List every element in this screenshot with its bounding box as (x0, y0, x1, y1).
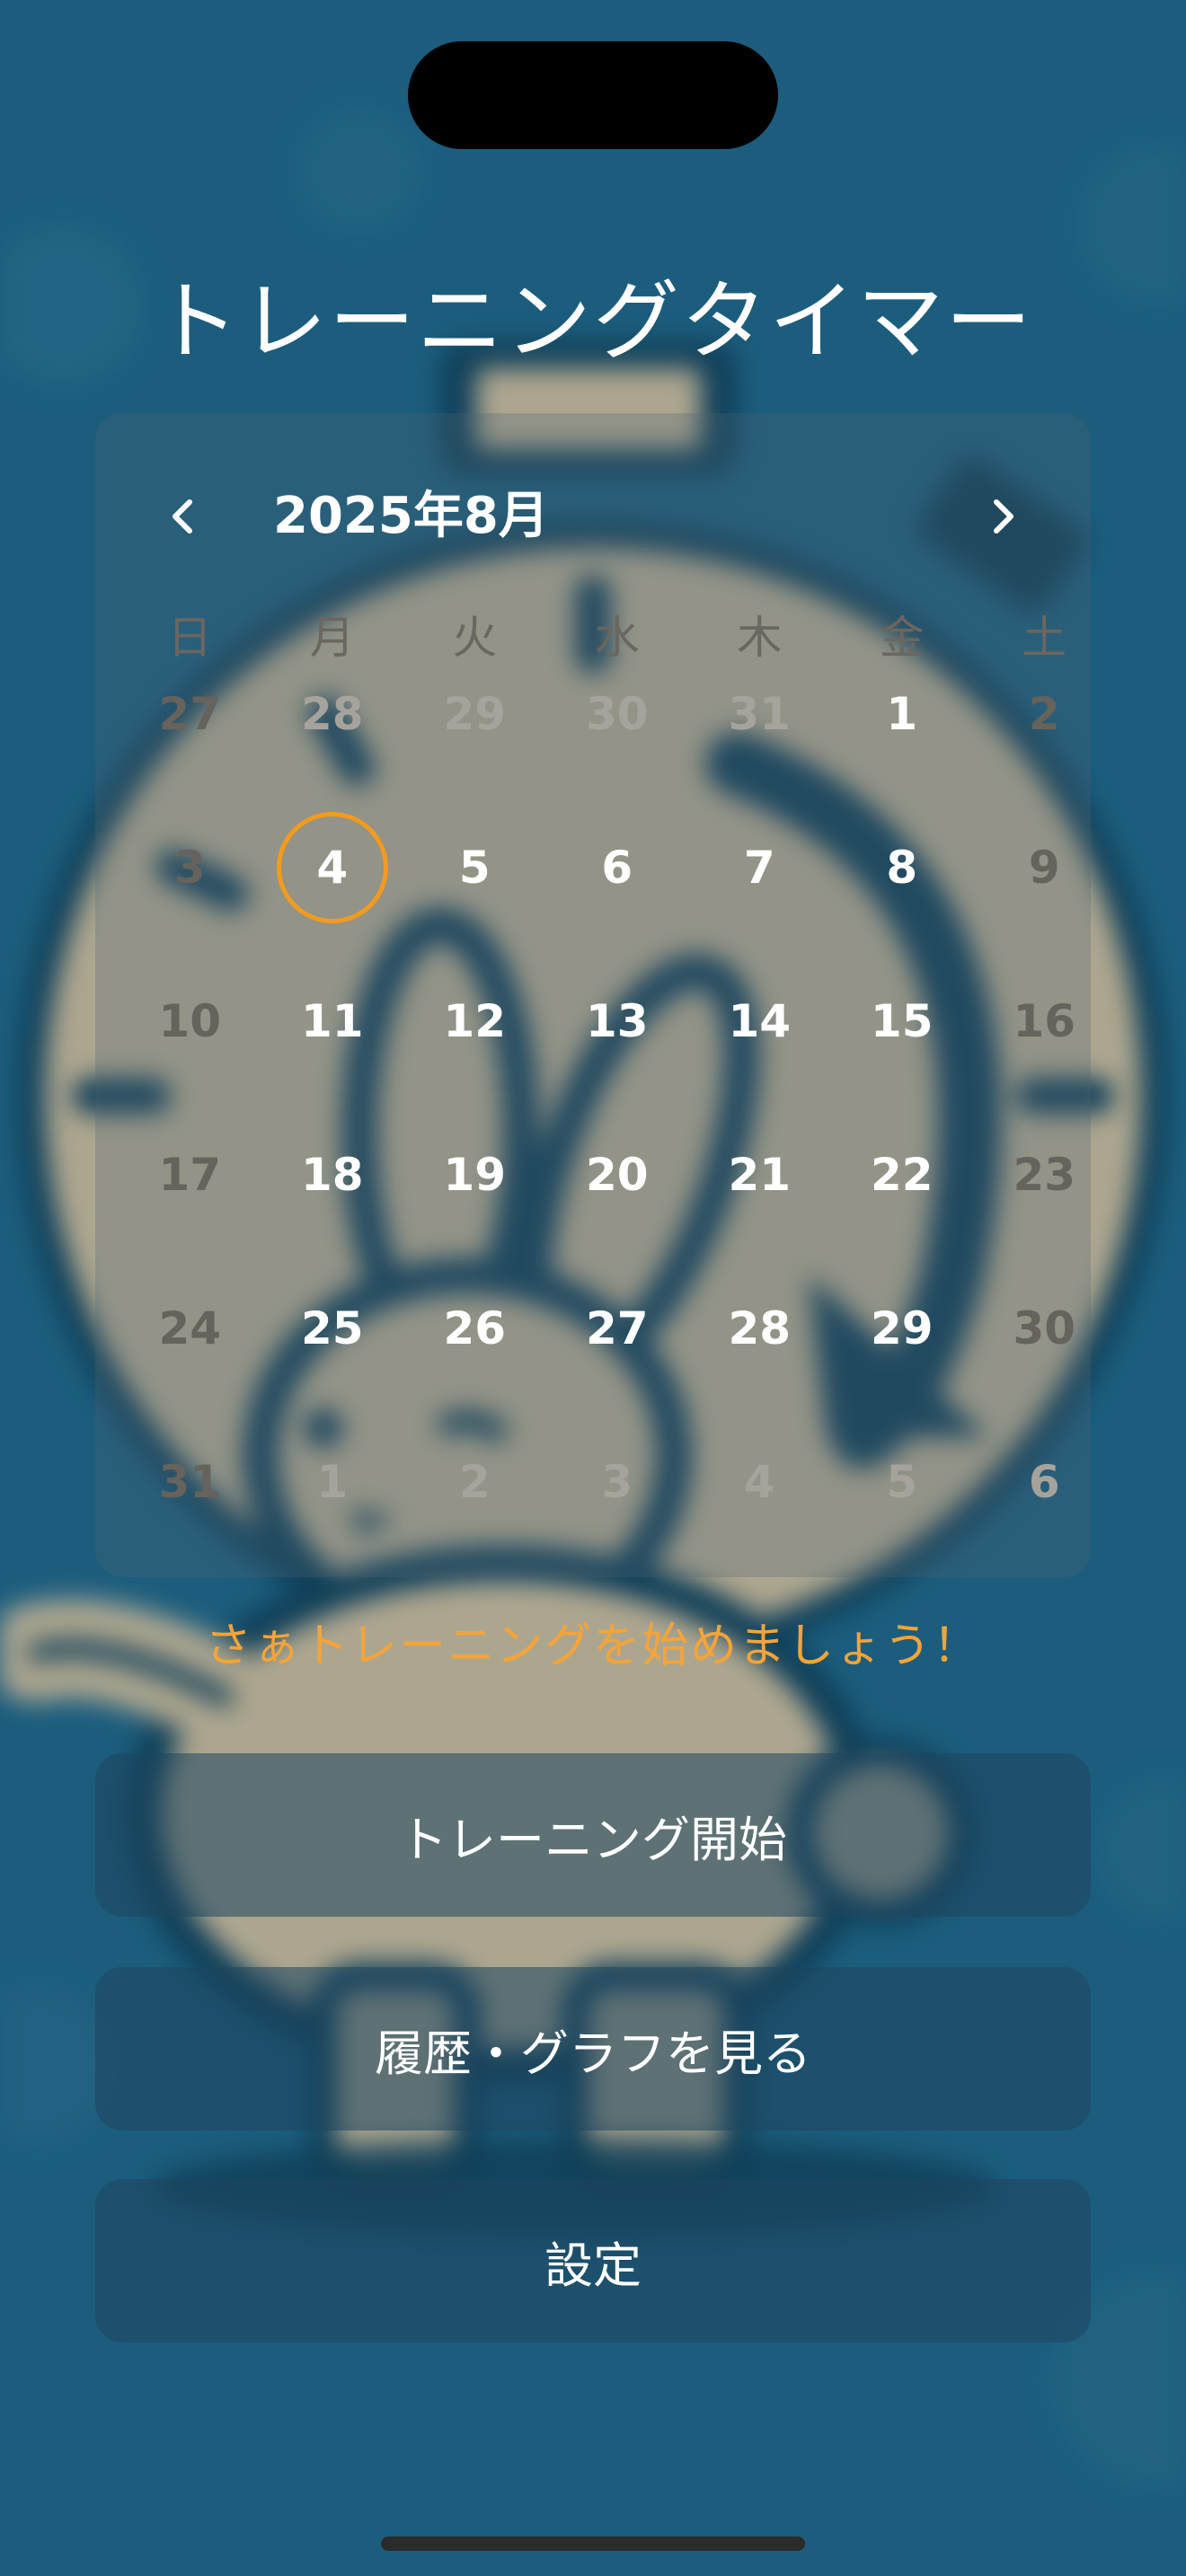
weekday-wednesday: 水 (594, 612, 640, 664)
calendar-week: 31 1 2 3 4 5 6 (119, 1405, 1116, 1558)
dynamic-island (408, 41, 778, 149)
calendar-day[interactable]: 29 (831, 1251, 974, 1405)
calendar-day[interactable]: 24 (119, 1251, 261, 1405)
next-month-button[interactable] (954, 467, 1053, 566)
previous-month-button[interactable] (133, 467, 232, 566)
calendar-day[interactable]: 22 (831, 1098, 974, 1251)
calendar-day[interactable]: 30 (546, 683, 689, 790)
calendar-day[interactable]: 14 (688, 944, 831, 1098)
calendar-day[interactable]: 28 (688, 1251, 831, 1405)
calendar-week: 24 25 26 27 28 29 30 (119, 1251, 1116, 1405)
calendar-week: 10 11 12 13 14 15 16 (119, 944, 1116, 1098)
calendar-day[interactable]: 28 (261, 683, 404, 790)
weekday-thursday: 木 (737, 612, 783, 664)
calendar-day[interactable]: 27 (119, 683, 261, 790)
calendar-day[interactable]: 16 (973, 944, 1116, 1098)
calendar-day[interactable]: 3 (546, 1405, 689, 1558)
start-training-button[interactable]: トレーニング開始 (95, 1753, 1091, 1917)
calendar-week: 17 18 19 20 21 22 23 (119, 1098, 1116, 1251)
month-label: 2025年8月 (273, 487, 549, 545)
calendar-grid: 27 28 29 30 31 1 2 3 4 5 6 7 8 9 10 11 1… (119, 683, 1116, 1558)
calendar-day[interactable]: 27 (546, 1251, 689, 1405)
weekday-sunday: 日 (167, 612, 213, 664)
calendar-day[interactable]: 21 (688, 1098, 831, 1251)
weekday-header-row: 日 月 火 水 木 金 土 (119, 593, 1116, 683)
calendar-day[interactable]: 2 (403, 1405, 546, 1558)
weekday-monday: 月 (309, 612, 355, 664)
calendar-day[interactable]: 3 (119, 790, 261, 944)
motivation-message: さぁトレーニングを始めましょう！ (204, 1619, 981, 1673)
calendar-day[interactable]: 18 (261, 1098, 404, 1251)
calendar-day[interactable]: 11 (261, 944, 404, 1098)
weekday-friday: 金 (879, 612, 925, 664)
calendar-day[interactable]: 5 (403, 790, 546, 944)
chevron-right-icon (994, 499, 1013, 534)
calendar-day[interactable]: 7 (688, 790, 831, 944)
settings-button[interactable]: 設定 (95, 2179, 1091, 2342)
calendar-day[interactable]: 29 (403, 683, 546, 790)
calendar-header: 2025年8月 (95, 467, 1091, 566)
calendar-day[interactable]: 25 (261, 1251, 404, 1405)
calendar-day[interactable]: 31 (688, 683, 831, 790)
weekday-tuesday: 火 (452, 612, 498, 664)
calendar-week: 27 28 29 30 31 1 2 (119, 683, 1116, 790)
calendar-day[interactable]: 6 (546, 790, 689, 944)
view-history-graph-button[interactable]: 履歴・グラフを見る (95, 1967, 1091, 2130)
calendar-day[interactable]: 17 (119, 1098, 261, 1251)
calendar-day[interactable]: 5 (831, 1405, 974, 1558)
chevron-left-icon (173, 499, 192, 534)
calendar-day[interactable]: 6 (973, 1405, 1116, 1558)
calendar-day[interactable]: 30 (973, 1251, 1116, 1405)
calendar: 2025年8月 日 月 火 水 木 金 土 27 28 29 30 31 1 2… (95, 413, 1091, 1577)
calendar-day[interactable]: 1 (831, 683, 974, 790)
app-title: トレーニングタイマー (153, 271, 1033, 372)
calendar-day[interactable]: 23 (973, 1098, 1116, 1251)
calendar-day[interactable]: 13 (546, 944, 689, 1098)
calendar-day[interactable]: 1 (261, 1405, 404, 1558)
calendar-week: 3 4 5 6 7 8 9 (119, 790, 1116, 944)
calendar-day[interactable]: 15 (831, 944, 974, 1098)
calendar-day[interactable]: 20 (546, 1098, 689, 1251)
weekday-saturday: 土 (1022, 612, 1067, 664)
calendar-day[interactable]: 10 (119, 944, 261, 1098)
calendar-day[interactable]: 4 (688, 1405, 831, 1558)
home-indicator[interactable] (381, 2536, 805, 2551)
calendar-day[interactable]: 9 (973, 790, 1116, 944)
calendar-day-today[interactable]: 4 (261, 790, 404, 944)
calendar-day[interactable]: 8 (831, 790, 974, 944)
calendar-day[interactable]: 31 (119, 1405, 261, 1558)
calendar-day[interactable]: 19 (403, 1098, 546, 1251)
calendar-day[interactable]: 2 (973, 683, 1116, 790)
calendar-day[interactable]: 12 (403, 944, 546, 1098)
calendar-day[interactable]: 26 (403, 1251, 546, 1405)
